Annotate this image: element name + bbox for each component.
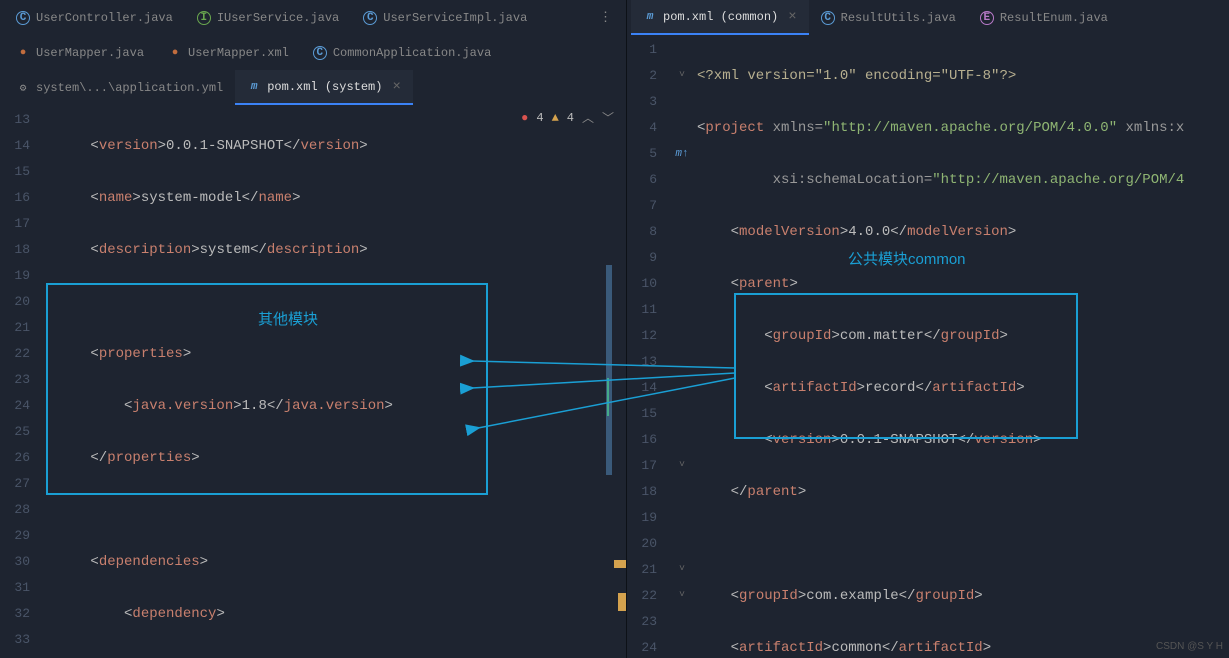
- close-icon[interactable]: ×: [788, 9, 796, 25]
- tab-iuserservice[interactable]: IIUserService.java: [185, 0, 351, 35]
- tab-resultutils[interactable]: CResultUtils.java: [809, 0, 968, 35]
- tab-overflow-icon[interactable]: ⋮: [589, 10, 622, 25]
- tab-pom-system[interactable]: mpom.xml (system)×: [235, 70, 413, 105]
- tab-commonapplication[interactable]: CCommonApplication.java: [301, 35, 503, 70]
- tab-row-3: ⚙system\...\application.yml mpom.xml (sy…: [0, 70, 626, 105]
- tab-userserviceimpl[interactable]: CUserServiceImpl.java: [351, 0, 539, 35]
- tab-application-yml[interactable]: ⚙system\...\application.yml: [4, 70, 235, 105]
- editor-caret: [607, 378, 609, 416]
- warning-count: 4: [567, 111, 574, 125]
- tab-usercontroller[interactable]: CUserController.java: [4, 0, 185, 35]
- fold-gutter[interactable]: ˅m↑˅˅˅: [667, 35, 697, 658]
- right-code[interactable]: <?xml version="1.0" encoding="UTF-8"?> <…: [697, 35, 1229, 658]
- watermark: CSDN @S Y H: [1156, 641, 1223, 652]
- right-editor[interactable]: 123456789101112131415161718192021222324 …: [627, 35, 1229, 658]
- nav-up-icon[interactable]: ︿: [582, 109, 594, 126]
- tab-pom-common[interactable]: mpom.xml (common)×: [631, 0, 809, 35]
- error-count: 4: [536, 111, 543, 125]
- error-icon: ●: [521, 111, 528, 125]
- tab-usermapper-java[interactable]: ●UserMapper.java: [4, 35, 156, 70]
- line-gutter-right: 123456789101112131415161718192021222324: [627, 35, 667, 658]
- left-editor-pane: CUserController.java IIUserService.java …: [0, 0, 627, 658]
- nav-down-icon[interactable]: ﹀: [602, 109, 614, 126]
- left-code[interactable]: <version>0.0.1-SNAPSHOT</version> <name>…: [40, 105, 626, 658]
- scroll-track[interactable]: [614, 105, 626, 658]
- inspection-indicators[interactable]: ● 4 ▲ 4 ︿ ﹀: [521, 109, 614, 126]
- right-editor-pane: mpom.xml (common)× CResultUtils.java ERe…: [627, 0, 1229, 658]
- close-icon[interactable]: ×: [392, 79, 400, 95]
- tab-usermapper-xml[interactable]: ●UserMapper.xml: [156, 35, 301, 70]
- left-editor[interactable]: ● 4 ▲ 4 ︿ ﹀ 131415161718192021222324252627…: [0, 105, 626, 658]
- line-gutter: 1314151617181920212223242526272829303132…: [0, 105, 40, 658]
- right-tabs: mpom.xml (common)× CResultUtils.java ERe…: [627, 0, 1229, 35]
- tab-resultenum[interactable]: EResultEnum.java: [968, 0, 1120, 35]
- warning-icon: ▲: [552, 111, 559, 125]
- tab-row-1: CUserController.java IIUserService.java …: [0, 0, 626, 35]
- tab-row-2: ●UserMapper.java ●UserMapper.xml CCommon…: [0, 35, 626, 70]
